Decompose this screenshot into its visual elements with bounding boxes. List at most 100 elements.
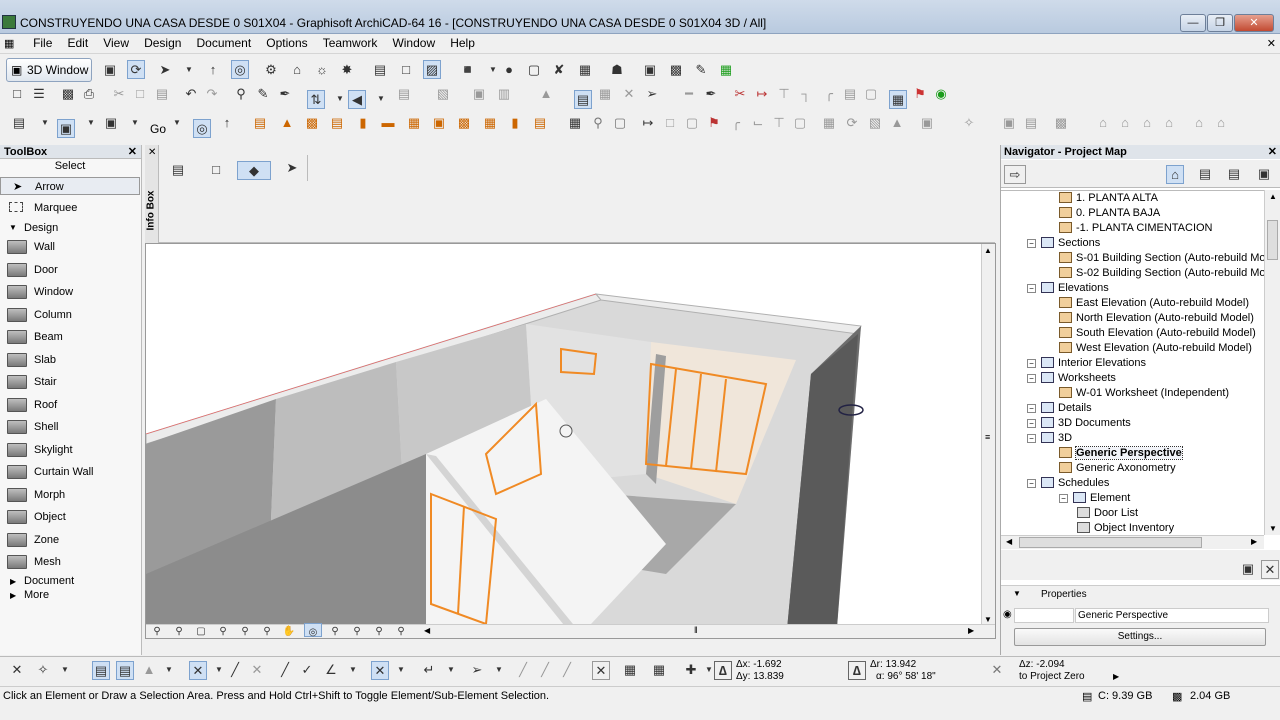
tree-item[interactable]: East Elevation (Auto-rebuild Model) xyxy=(1059,296,1249,311)
viewport-vertical-scrollbar[interactable]: ▲ ▼ ≡ xyxy=(981,244,995,626)
new-file-icon[interactable]: □ xyxy=(8,85,26,102)
angle-icon[interactable]: ∠ xyxy=(322,661,340,678)
origin-icon[interactable]: ✚ xyxy=(682,661,700,678)
navigate-icon[interactable]: ➤ xyxy=(156,61,174,78)
view-settings-icon[interactable]: ▣ xyxy=(102,114,120,131)
explode-icon[interactable]: ✕ xyxy=(620,85,638,102)
bring-front-icon[interactable]: ▣ xyxy=(918,114,936,131)
delta-y-value[interactable]: Δy: 13.839 xyxy=(736,671,784,683)
window-tool-icon[interactable]: ▦ xyxy=(481,114,499,131)
delta-z-value[interactable]: Δz: -2.094 xyxy=(1019,659,1065,671)
document-header[interactable]: ▶ Document xyxy=(0,574,140,589)
toolbox-beam[interactable]: Beam xyxy=(0,326,140,348)
view-settings-icon[interactable]: ▣ xyxy=(1239,560,1257,577)
mesh-tool-icon[interactable]: ▦ xyxy=(405,114,423,131)
scroll-right-icon[interactable]: ▶ xyxy=(968,626,974,635)
toolbox-window[interactable]: Window xyxy=(0,281,140,303)
tree-item[interactable]: − Elevations xyxy=(1027,281,1109,296)
snap-icon[interactable]: ▦ xyxy=(889,90,907,109)
toolbox-slab[interactable]: Slab xyxy=(0,349,140,371)
tree-item[interactable]: Object Inventory xyxy=(1077,521,1174,535)
intersect-icon[interactable]: ⊤ xyxy=(775,85,793,102)
toolbox-skylight[interactable]: Skylight xyxy=(0,439,140,461)
marker-red-icon[interactable]: ⚑ xyxy=(911,85,929,102)
grid-tool-icon[interactable]: ▦ xyxy=(566,114,584,131)
view-id-field[interactable] xyxy=(1014,608,1074,623)
tree-horizontal-scrollbar[interactable]: ◀ ▶ xyxy=(1001,535,1264,549)
sun-icon[interactable]: ☼ xyxy=(313,61,331,78)
multiply-icon[interactable]: ✧ xyxy=(960,114,978,131)
fillet-icon[interactable]: ╭ xyxy=(820,85,838,102)
view-name-field[interactable]: Generic Perspective xyxy=(1075,608,1269,623)
drag-icon[interactable]: ➢ xyxy=(643,85,661,102)
dropdown-arrow-icon[interactable]: ▼ xyxy=(56,661,74,678)
scroll-up-icon[interactable]: ▲ xyxy=(1269,192,1277,201)
house-add-icon[interactable]: ⌂ xyxy=(1116,114,1134,131)
selection-method-icon[interactable]: ▤ xyxy=(169,161,187,178)
resize-icon[interactable]: ▢ xyxy=(862,85,880,102)
slab-icon[interactable]: ▩ xyxy=(303,114,321,131)
render-icon[interactable]: ✸ xyxy=(338,61,356,78)
tree-item[interactable]: − Element xyxy=(1059,491,1130,506)
project-chooser-icon[interactable]: ⇨ xyxy=(1004,165,1026,184)
toolbox-column[interactable]: Column xyxy=(0,304,140,326)
guide-lines-icon[interactable]: ✕ xyxy=(189,661,207,680)
roof-icon[interactable]: ▲ xyxy=(278,114,296,131)
tree-item[interactable]: 0. PLANTA BAJA xyxy=(1059,206,1160,221)
perpendicular-icon[interactable]: ✓ xyxy=(298,661,316,678)
paste-icon[interactable]: ▤ xyxy=(153,85,171,102)
delta-r-value[interactable]: Δr: 13.942 xyxy=(870,659,916,671)
house-icon[interactable]: ⌂ xyxy=(288,61,306,78)
tree-item[interactable]: S-01 Building Section (Auto-rebuild Mode… xyxy=(1059,251,1264,266)
scroll-down-icon[interactable]: ▼ xyxy=(984,615,992,624)
menu-design[interactable]: Design xyxy=(138,34,187,52)
undo-icon[interactable]: ↶ xyxy=(182,85,200,102)
polar-lock-icon[interactable]: ∆ xyxy=(848,661,866,680)
dropdown-arrow-icon[interactable]: ▼ xyxy=(126,114,144,131)
explore-icon[interactable]: ◎ xyxy=(231,60,249,79)
dropdown-arrow-icon[interactable]: ▼ xyxy=(392,661,410,678)
reference-dropdown-icon[interactable]: ▶ xyxy=(1113,672,1119,681)
teamwork-icon[interactable]: ◉ xyxy=(932,85,950,102)
print-icon[interactable]: ⎙ xyxy=(80,85,98,102)
collapse-toggle-icon[interactable]: − xyxy=(1027,239,1036,248)
column-tool-icon[interactable]: ▮ xyxy=(354,114,372,131)
suspend-groups-icon[interactable]: ◀ xyxy=(348,90,366,109)
scroll-left-icon[interactable]: ◀ xyxy=(424,626,430,635)
zoom-next-icon[interactable]: ⚲ xyxy=(236,623,254,638)
door-tool-icon[interactable]: ▮ xyxy=(506,114,524,131)
measure-line-icon[interactable]: ╱ xyxy=(226,661,244,678)
zoom-window-icon[interactable]: ⚲ xyxy=(348,623,366,638)
solid-ops-icon[interactable]: ▩ xyxy=(1052,114,1070,131)
special-snap-icon[interactable]: ╱ xyxy=(514,661,532,678)
tree-item[interactable]: -1. PLANTA CIMENTACION xyxy=(1059,221,1213,236)
elevate-icon[interactable]: ▲ xyxy=(888,114,906,131)
document-menu-icon[interactable]: ▦ xyxy=(4,37,24,50)
angle-value[interactable]: α: 96° 58' 18" xyxy=(876,671,936,683)
drag-copy-icon[interactable]: ▣ xyxy=(1000,114,1018,131)
tree-item[interactable]: North Elevation (Auto-rebuild Model) xyxy=(1059,311,1254,326)
trim-elements-icon[interactable]: ┐ xyxy=(797,85,815,102)
dropdown-arrow-icon[interactable]: ▼ xyxy=(372,90,390,107)
toolbox-zone[interactable]: Zone xyxy=(0,529,140,551)
cut-icon[interactable]: ✂ xyxy=(110,85,128,102)
redo-icon[interactable]: ↷ xyxy=(203,85,221,102)
camera-icon[interactable]: ⚙ xyxy=(262,61,280,78)
collapse-toggle-icon[interactable]: − xyxy=(1027,404,1036,413)
layout-icon[interactable]: ▤ xyxy=(10,114,28,131)
arc-icon[interactable]: ╭ xyxy=(727,114,745,131)
zoom-out-icon[interactable]: ⚲ xyxy=(170,623,188,638)
display-icon[interactable]: ◾ xyxy=(459,61,477,78)
pin-icon[interactable]: ⚑ xyxy=(705,114,723,131)
construction-grid-icon[interactable]: ▦ xyxy=(650,661,668,678)
orbit-icon[interactable]: ⟳ xyxy=(127,60,145,79)
project-map-icon[interactable]: ⌂ xyxy=(1166,165,1184,184)
menu-document[interactable]: Document xyxy=(191,34,258,52)
open-folder-icon[interactable]: ☰ xyxy=(30,85,48,102)
explore-mode-icon[interactable]: ⚲ xyxy=(326,623,344,638)
menu-options[interactable]: Options xyxy=(260,34,313,52)
fit-window-icon[interactable]: ▢ xyxy=(192,623,210,638)
dropdown-arrow-icon[interactable]: ▼ xyxy=(168,114,186,131)
house-tool-icon[interactable]: ⌂ xyxy=(1094,114,1112,131)
house-remove-icon[interactable]: ⌂ xyxy=(1138,114,1156,131)
